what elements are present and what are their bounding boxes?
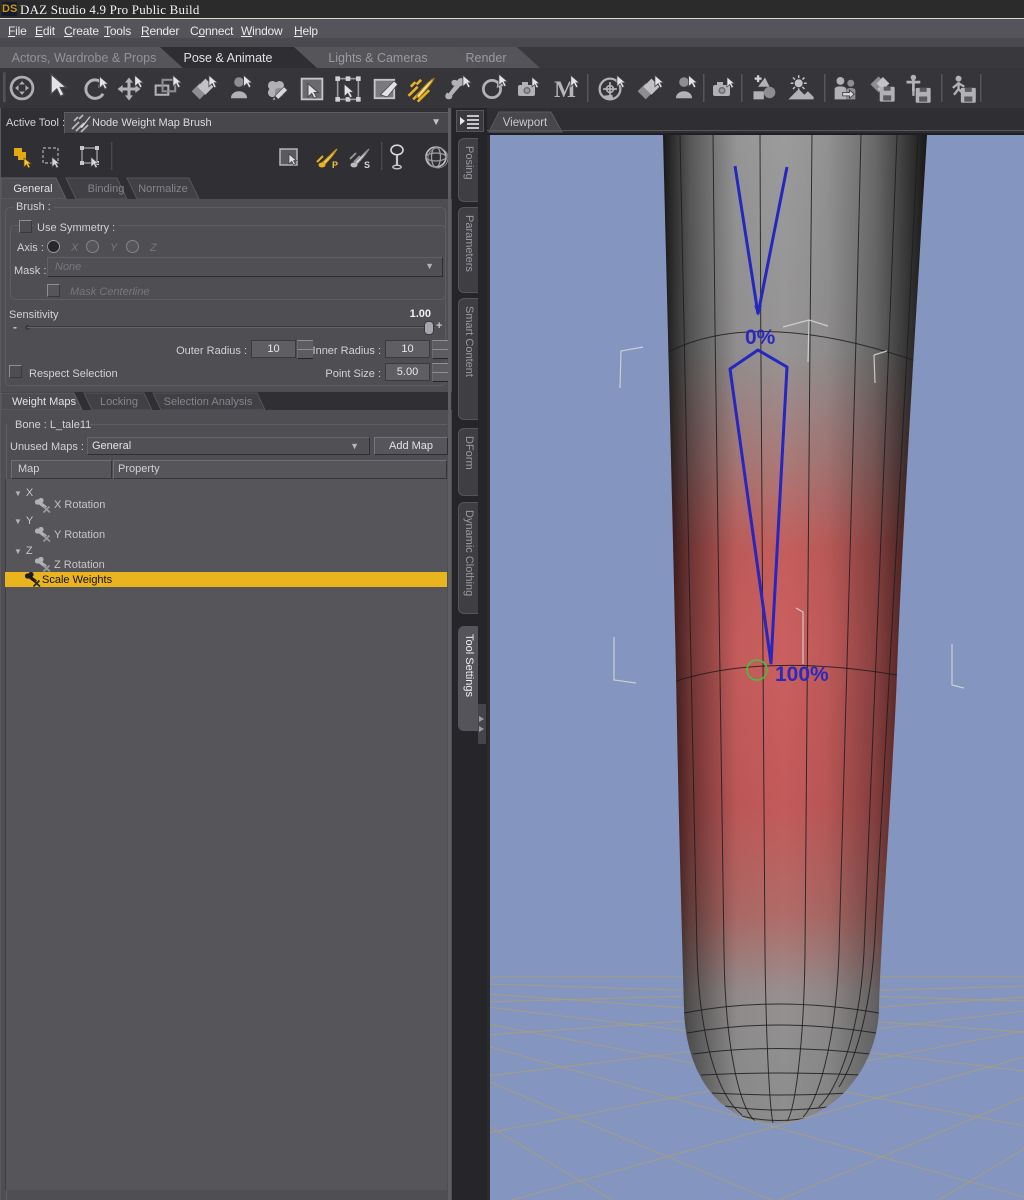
- svg-text:Pose & Animate: Pose & Animate: [184, 51, 273, 65]
- svg-text:Locking: Locking: [100, 396, 138, 408]
- svg-text:100%: 100%: [775, 663, 829, 686]
- svg-text:Actors, Wardrobe & Props: Actors, Wardrobe & Props: [12, 51, 157, 65]
- svg-text:S: S: [364, 160, 370, 170]
- svg-text:Viewport: Viewport: [503, 117, 548, 129]
- svg-text:General: General: [13, 183, 52, 195]
- svg-text:0%: 0%: [745, 326, 776, 349]
- svg-text:Normalize: Normalize: [138, 183, 188, 195]
- svg-text:Weight Maps: Weight Maps: [12, 396, 76, 408]
- svg-text:Lights & Cameras: Lights & Cameras: [328, 51, 427, 65]
- svg-text:Selection Analysis: Selection Analysis: [164, 396, 253, 408]
- svg-text:Binding: Binding: [88, 183, 125, 195]
- svg-text:Render: Render: [466, 51, 507, 65]
- svg-text:P: P: [332, 160, 338, 170]
